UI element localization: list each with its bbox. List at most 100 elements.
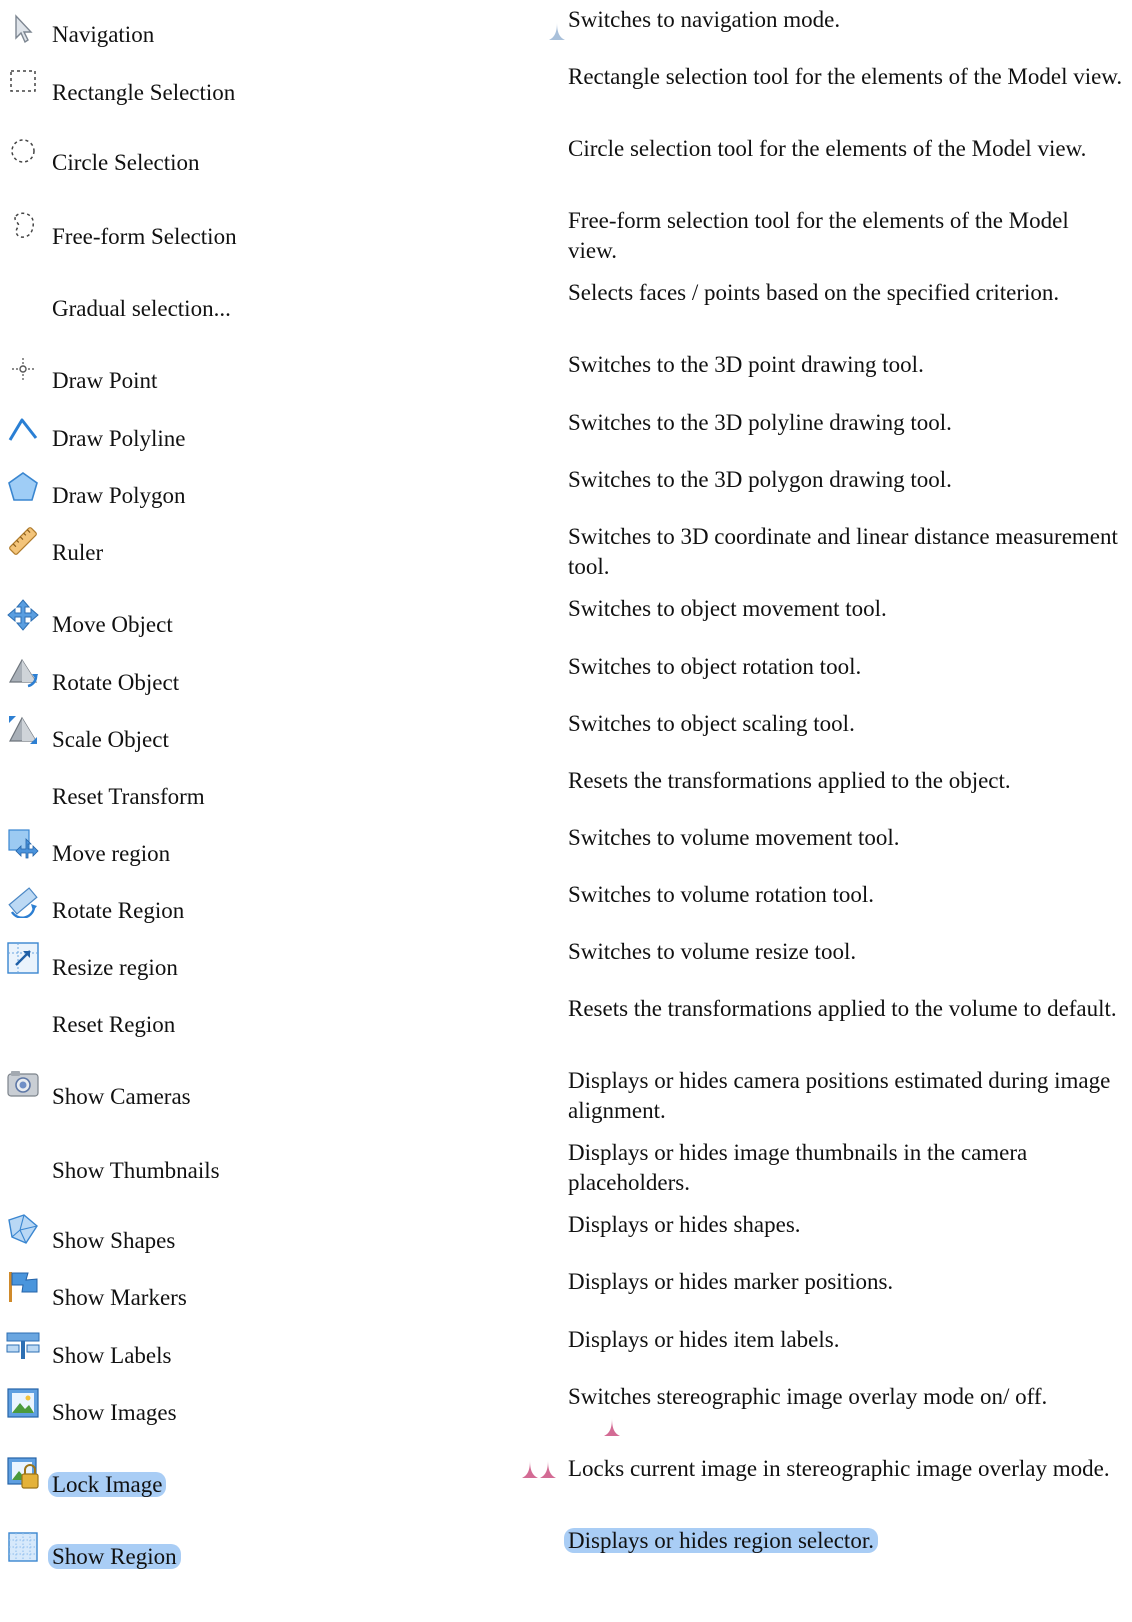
tool-description: Free-form selection tool for the element… (568, 206, 1123, 266)
tool-name: Rectangle Selection (52, 78, 235, 108)
tool-description: Switches to volume resize tool. (568, 937, 1123, 967)
tool-description-text: Switches to volume rotation tool. (568, 882, 874, 907)
tool-name-text: Reset Transform (52, 784, 205, 809)
tool-name: Circle Selection (52, 148, 200, 178)
tool-name: Resize region (52, 953, 178, 983)
tool-description-text: Displays or hides item labels. (568, 1327, 840, 1352)
resize-region-icon (6, 941, 40, 975)
tool-description-text: Switches to 3D coordinate and linear dis… (568, 524, 1118, 579)
tool-name: Show Markers (52, 1283, 187, 1313)
tool-description: Switches to object movement tool. (568, 594, 1123, 624)
tool-description-text: Displays or hides region selector. (564, 1528, 878, 1553)
tool-description: Circle selection tool for the elements o… (568, 134, 1123, 164)
tool-description: Switches to volume movement tool. (568, 823, 1123, 853)
tool-name-text: Reset Region (52, 1012, 176, 1037)
draw-polygon-icon (6, 470, 40, 504)
scale-object-icon (6, 713, 40, 747)
tool-name-text: Ruler (52, 540, 104, 565)
rotate-object-icon (6, 656, 40, 690)
tool-name: Scale Object (52, 725, 169, 755)
tool-description-text: Switches to object scaling tool. (568, 711, 855, 736)
tool-name-text: Draw Polyline (52, 426, 186, 451)
tool-description-text: Switches to the 3D polygon drawing tool. (568, 467, 952, 492)
tool-description-text: Resets the transformations applied to th… (568, 768, 1011, 793)
tool-description: Displays or hides shapes. (568, 1210, 1123, 1240)
tool-description: Locks current image in stereographic ima… (568, 1454, 1123, 1484)
tool-name: Show Labels (52, 1341, 171, 1371)
tool-description: Switches to the 3D polyline drawing tool… (568, 408, 1123, 438)
tool-description: Switches to volume rotation tool. (568, 880, 1123, 910)
draw-polyline-icon (6, 412, 40, 446)
tool-name-text: Rotate Object (52, 670, 180, 695)
tool-name-text: Circle Selection (52, 150, 200, 175)
tool-description-text: Switches to volume resize tool. (568, 939, 857, 964)
tool-name-text: Resize region (52, 955, 178, 980)
tool-name: Gradual selection... (52, 294, 231, 324)
tool-description-text: Displays or hides image thumbnails in th… (568, 1140, 1028, 1195)
tool-name-text: Gradual selection... (52, 296, 231, 321)
tool-name: Show Images (52, 1398, 177, 1428)
tool-description: Rectangle selection tool for the element… (568, 62, 1123, 92)
tool-description-text: Free-form selection tool for the element… (568, 208, 1069, 263)
tool-description-text: Displays or hides shapes. (568, 1212, 801, 1237)
tool-name: Rotate Object (52, 668, 179, 698)
tool-description: Selects faces / points based on the spec… (568, 278, 1123, 308)
region-icon (6, 1530, 40, 1564)
tool-name-text: Free-form Selection (52, 224, 237, 249)
ruler-icon (6, 524, 40, 558)
move-object-icon (6, 598, 40, 632)
rotate-region-icon (6, 884, 40, 918)
tool-name-text: Move Object (52, 612, 173, 637)
tool-name: Show Thumbnails (52, 1156, 220, 1186)
tool-description: Switches to 3D coordinate and linear dis… (568, 522, 1123, 582)
tool-description: Switches to the 3D polygon drawing tool. (568, 465, 1123, 495)
tool-name-text: Rotate Region (52, 898, 185, 923)
tool-description-text: Resets the transformations applied to th… (568, 996, 1117, 1021)
tool-name: Draw Polyline (52, 424, 186, 454)
tool-description: Resets the transformations applied to th… (568, 994, 1123, 1024)
tool-name-text: Show Markers (52, 1285, 187, 1310)
tool-name-text: Show Cameras (52, 1084, 191, 1109)
shapes-icon (6, 1212, 40, 1246)
circle-selection-icon (6, 134, 40, 168)
tool-description-text: Rectangle selection tool for the element… (568, 64, 1123, 89)
tool-name-text: Show Shapes (52, 1228, 176, 1253)
tool-name: Show Cameras (52, 1082, 191, 1112)
tool-name: Free-form Selection (52, 222, 237, 252)
tool-description: Switches stereographic image overlay mod… (568, 1382, 1123, 1412)
tool-description: Switches to navigation mode. (568, 5, 1123, 35)
tool-name-text: Lock Image (48, 1472, 167, 1497)
tool-name-text: Show Images (52, 1400, 177, 1425)
draw-point-icon (6, 352, 40, 386)
tool-name: Ruler (52, 538, 103, 568)
rectangle-selection-icon (6, 64, 40, 98)
tool-description: Displays or hides item labels. (568, 1325, 1123, 1355)
tool-name-text: Draw Polygon (52, 483, 186, 508)
tool-name: Reset Region (52, 1010, 175, 1040)
tool-name-text: Rectangle Selection (52, 80, 236, 105)
tool-name-text: Scale Object (52, 727, 169, 752)
navigation-cursor-icon (6, 12, 40, 46)
tool-description: Switches to object scaling tool. (568, 709, 1123, 739)
tool-name: Navigation (52, 20, 154, 50)
tool-name-text: Move region (52, 841, 171, 866)
image-icon (6, 1386, 40, 1420)
tool-name: Move region (52, 839, 170, 869)
tool-description: Resets the transformations applied to th… (568, 766, 1123, 796)
tool-name-text: Show Labels (52, 1343, 172, 1368)
marker-flag-icon (6, 1270, 40, 1304)
tool-name: Draw Polygon (52, 481, 186, 511)
tool-description: Switches to the 3D point drawing tool. (568, 350, 1123, 380)
tool-name-text: Draw Point (52, 368, 158, 393)
tool-description-text: Circle selection tool for the elements o… (568, 136, 1087, 161)
lock-image-icon (6, 1456, 40, 1490)
tool-description-text: Switches stereographic image overlay mod… (568, 1384, 1048, 1409)
tool-description-text: Switches to navigation mode. (568, 7, 841, 32)
tool-description-text: Displays or hides camera positions estim… (568, 1068, 1111, 1123)
tool-description: Displays or hides region selector. (564, 1526, 1123, 1556)
tool-description: Switches to object rotation tool. (568, 652, 1123, 682)
tool-description-text: Switches to the 3D point drawing tool. (568, 352, 924, 377)
move-region-icon (6, 827, 40, 861)
tool-name-text: Show Thumbnails (52, 1158, 220, 1183)
tool-description-text: Selects faces / points based on the spec… (568, 280, 1060, 305)
